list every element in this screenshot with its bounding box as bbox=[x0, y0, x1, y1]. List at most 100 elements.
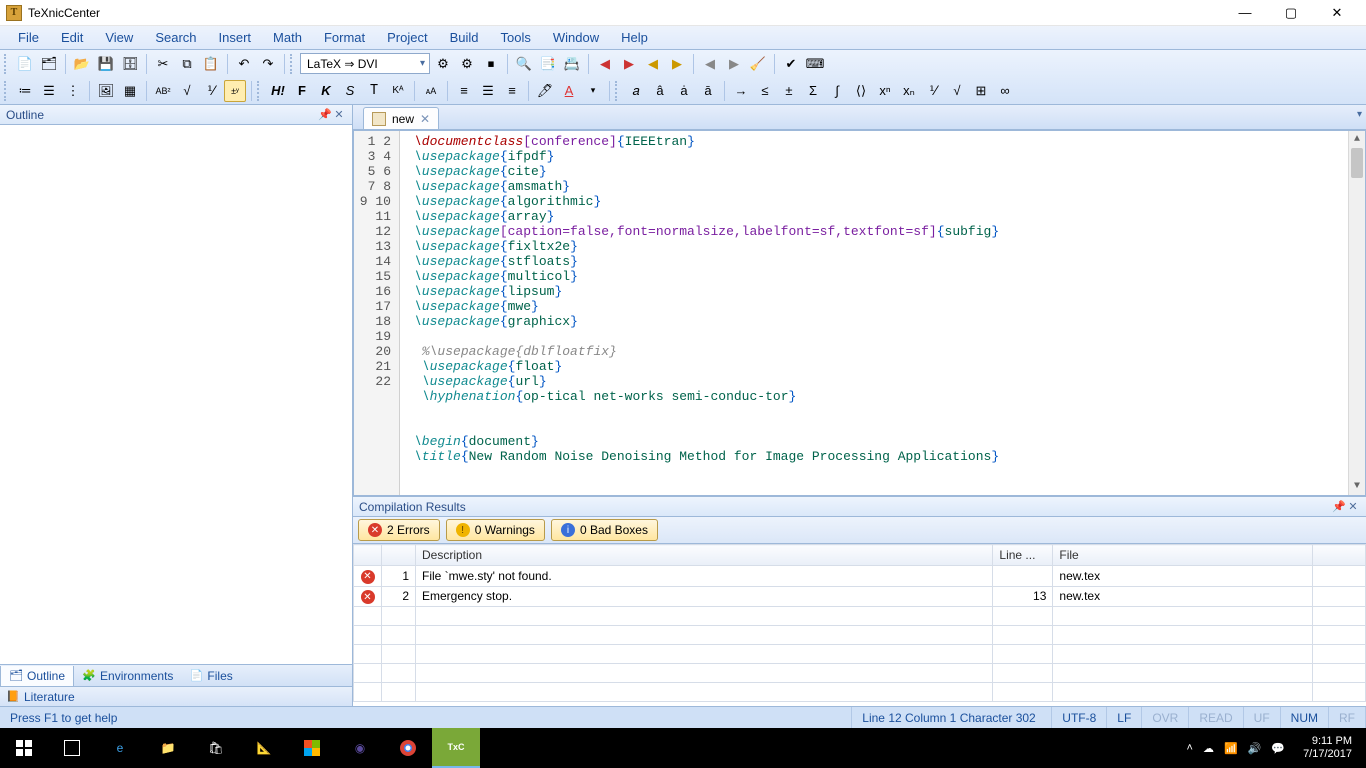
store-icon[interactable]: 🛍 bbox=[192, 728, 240, 768]
build-view-icon[interactable]: ⚙ bbox=[456, 53, 478, 75]
open-icon[interactable]: 📂 bbox=[71, 53, 93, 75]
copy-icon[interactable]: ⧉ bbox=[176, 53, 198, 75]
align-center-icon[interactable]: ☰ bbox=[477, 80, 499, 102]
chrome-icon[interactable] bbox=[384, 728, 432, 768]
errors-filter-button[interactable]: ✕2 Errors bbox=[358, 519, 440, 541]
math-matrix-icon[interactable]: ⊞ bbox=[970, 80, 992, 102]
results-col-4[interactable]: File bbox=[1053, 545, 1313, 566]
clean-icon[interactable]: 🧹 bbox=[747, 53, 769, 75]
abc-icon[interactable]: AB² bbox=[152, 80, 174, 102]
menu-edit[interactable]: Edit bbox=[51, 27, 93, 48]
table-icon[interactable]: ▦ bbox=[119, 80, 141, 102]
document-tab[interactable]: new ✕ bbox=[363, 107, 439, 129]
close-tab-icon[interactable]: ✕ bbox=[420, 112, 430, 126]
bibtex-icon[interactable]: 📑 bbox=[537, 53, 559, 75]
new-project-icon[interactable]: 🗂 bbox=[38, 53, 60, 75]
start-button[interactable] bbox=[0, 728, 48, 768]
menu-tools[interactable]: Tools bbox=[491, 27, 541, 48]
prev-warning-icon[interactable]: ◀ bbox=[642, 53, 664, 75]
math-sum-icon[interactable]: Σ bbox=[802, 80, 824, 102]
paste-icon[interactable]: 📋 bbox=[200, 53, 222, 75]
slanted-icon[interactable]: S bbox=[339, 80, 361, 102]
math-sup-icon[interactable]: xⁿ bbox=[874, 80, 896, 102]
save-icon[interactable]: 💾 bbox=[95, 53, 117, 75]
scroll-down-icon[interactable]: ▼ bbox=[1349, 478, 1365, 495]
smallcaps-icon[interactable]: Kᴬ bbox=[387, 80, 409, 102]
app-icon[interactable] bbox=[288, 728, 336, 768]
close-panel-icon[interactable]: ✕ bbox=[332, 108, 346, 121]
window-minimize-button[interactable]: — bbox=[1222, 0, 1268, 26]
save-all-icon[interactable]: 🗄 bbox=[119, 53, 141, 75]
sqrt-icon[interactable]: √ bbox=[176, 80, 198, 102]
math-rel-icon[interactable]: ≤ bbox=[754, 80, 776, 102]
math-sub-icon[interactable]: xₙ bbox=[898, 80, 920, 102]
sidebar-tab-files[interactable]: 📄Files bbox=[181, 666, 240, 686]
itemize-icon[interactable]: ≔ bbox=[14, 80, 36, 102]
next-error-icon[interactable]: ▶ bbox=[618, 53, 640, 75]
matlab-icon[interactable]: 📐 bbox=[240, 728, 288, 768]
math-misc-icon[interactable]: ∞ bbox=[994, 80, 1016, 102]
toolbar-grip[interactable] bbox=[4, 81, 9, 101]
tiny-icon[interactable]: ᴀA bbox=[420, 80, 442, 102]
menu-build[interactable]: Build bbox=[440, 27, 489, 48]
prev-badbox-icon[interactable]: ◀ bbox=[699, 53, 721, 75]
taskview-icon[interactable] bbox=[48, 728, 96, 768]
results-col-3[interactable]: Line ... bbox=[993, 545, 1053, 566]
outline-tree[interactable] bbox=[0, 125, 352, 664]
tray-notifications-icon[interactable]: 💬 bbox=[1271, 742, 1285, 755]
code-content[interactable]: \documentclass[conference]{IEEEtran} \us… bbox=[400, 131, 1365, 495]
dropdown-icon[interactable]: ▾ bbox=[582, 80, 604, 102]
bgcolor-icon[interactable]: A bbox=[558, 80, 580, 102]
eclipse-icon[interactable]: ◉ bbox=[336, 728, 384, 768]
menu-help[interactable]: Help bbox=[611, 27, 658, 48]
pin-icon[interactable]: 📌 bbox=[318, 108, 332, 121]
makeindex-icon[interactable]: 📇 bbox=[561, 53, 583, 75]
results-row[interactable]: ✕2Emergency stop.13new.tex bbox=[354, 586, 1366, 607]
vertical-scrollbar[interactable]: ▲ ▼ bbox=[1348, 131, 1365, 495]
stop-build-icon[interactable]: ⏹ bbox=[480, 53, 502, 75]
math-sqrt2-icon[interactable]: √ bbox=[946, 80, 968, 102]
explorer-icon[interactable]: 📁 bbox=[144, 728, 192, 768]
math-frac2-icon[interactable]: ⅟ bbox=[922, 80, 944, 102]
italic-icon[interactable]: K bbox=[315, 80, 337, 102]
menu-format[interactable]: Format bbox=[314, 27, 375, 48]
output-profile-select[interactable]: LaTeX ⇒ DVI bbox=[300, 53, 430, 74]
math-hat-icon[interactable]: â bbox=[649, 80, 671, 102]
menu-project[interactable]: Project bbox=[377, 27, 437, 48]
menu-insert[interactable]: Insert bbox=[209, 27, 262, 48]
emph-icon[interactable]: H! bbox=[267, 80, 289, 102]
tray-onedrive-icon[interactable]: ☁ bbox=[1203, 742, 1214, 755]
description-icon[interactable]: ⋮ bbox=[62, 80, 84, 102]
tray-volume-icon[interactable]: 🔊 bbox=[1248, 742, 1262, 755]
sidebar-tab-outline[interactable]: 🗂Outline bbox=[0, 666, 74, 686]
next-warning-icon[interactable]: ▶ bbox=[666, 53, 688, 75]
texniccenter-taskbar-icon[interactable]: TxC bbox=[432, 728, 480, 768]
cut-icon[interactable]: ✂ bbox=[152, 53, 174, 75]
warnings-filter-button[interactable]: !0 Warnings bbox=[446, 519, 545, 541]
new-file-icon[interactable]: 📄 bbox=[14, 53, 36, 75]
menu-window[interactable]: Window bbox=[543, 27, 609, 48]
menu-view[interactable]: View bbox=[95, 27, 143, 48]
results-col-0[interactable] bbox=[354, 545, 382, 566]
menu-file[interactable]: File bbox=[8, 27, 49, 48]
menu-math[interactable]: Math bbox=[263, 27, 312, 48]
next-badbox-icon[interactable]: ▶ bbox=[723, 53, 745, 75]
edge-icon[interactable]: e bbox=[96, 728, 144, 768]
badboxes-filter-button[interactable]: i0 Bad Boxes bbox=[551, 519, 658, 541]
math-dot-icon[interactable]: ȧ bbox=[673, 80, 695, 102]
tray-chevron-icon[interactable]: ˄ bbox=[1187, 742, 1193, 754]
toolbar-grip[interactable] bbox=[290, 54, 295, 74]
toolbar-grip[interactable] bbox=[4, 54, 9, 74]
autocomplete-icon[interactable]: ⌨ bbox=[804, 53, 826, 75]
math-delim-icon[interactable]: ⟨⟩ bbox=[850, 80, 872, 102]
tray-network-icon[interactable]: 📶 bbox=[1224, 742, 1238, 755]
window-close-button[interactable]: ✕ bbox=[1314, 0, 1360, 26]
results-row[interactable]: ✕1File `mwe.sty' not found.new.tex bbox=[354, 566, 1366, 587]
results-col-1[interactable] bbox=[382, 545, 416, 566]
pin-icon[interactable]: 📌 bbox=[1332, 500, 1346, 513]
spellcheck-icon[interactable]: ✔ bbox=[780, 53, 802, 75]
code-editor[interactable]: 1 2 3 4 5 6 7 8 9 10 11 12 13 14 15 16 1… bbox=[353, 130, 1366, 496]
build-icon[interactable]: ⚙ bbox=[432, 53, 454, 75]
align-right-icon[interactable]: ≡ bbox=[501, 80, 523, 102]
undo-icon[interactable]: ↶ bbox=[233, 53, 255, 75]
